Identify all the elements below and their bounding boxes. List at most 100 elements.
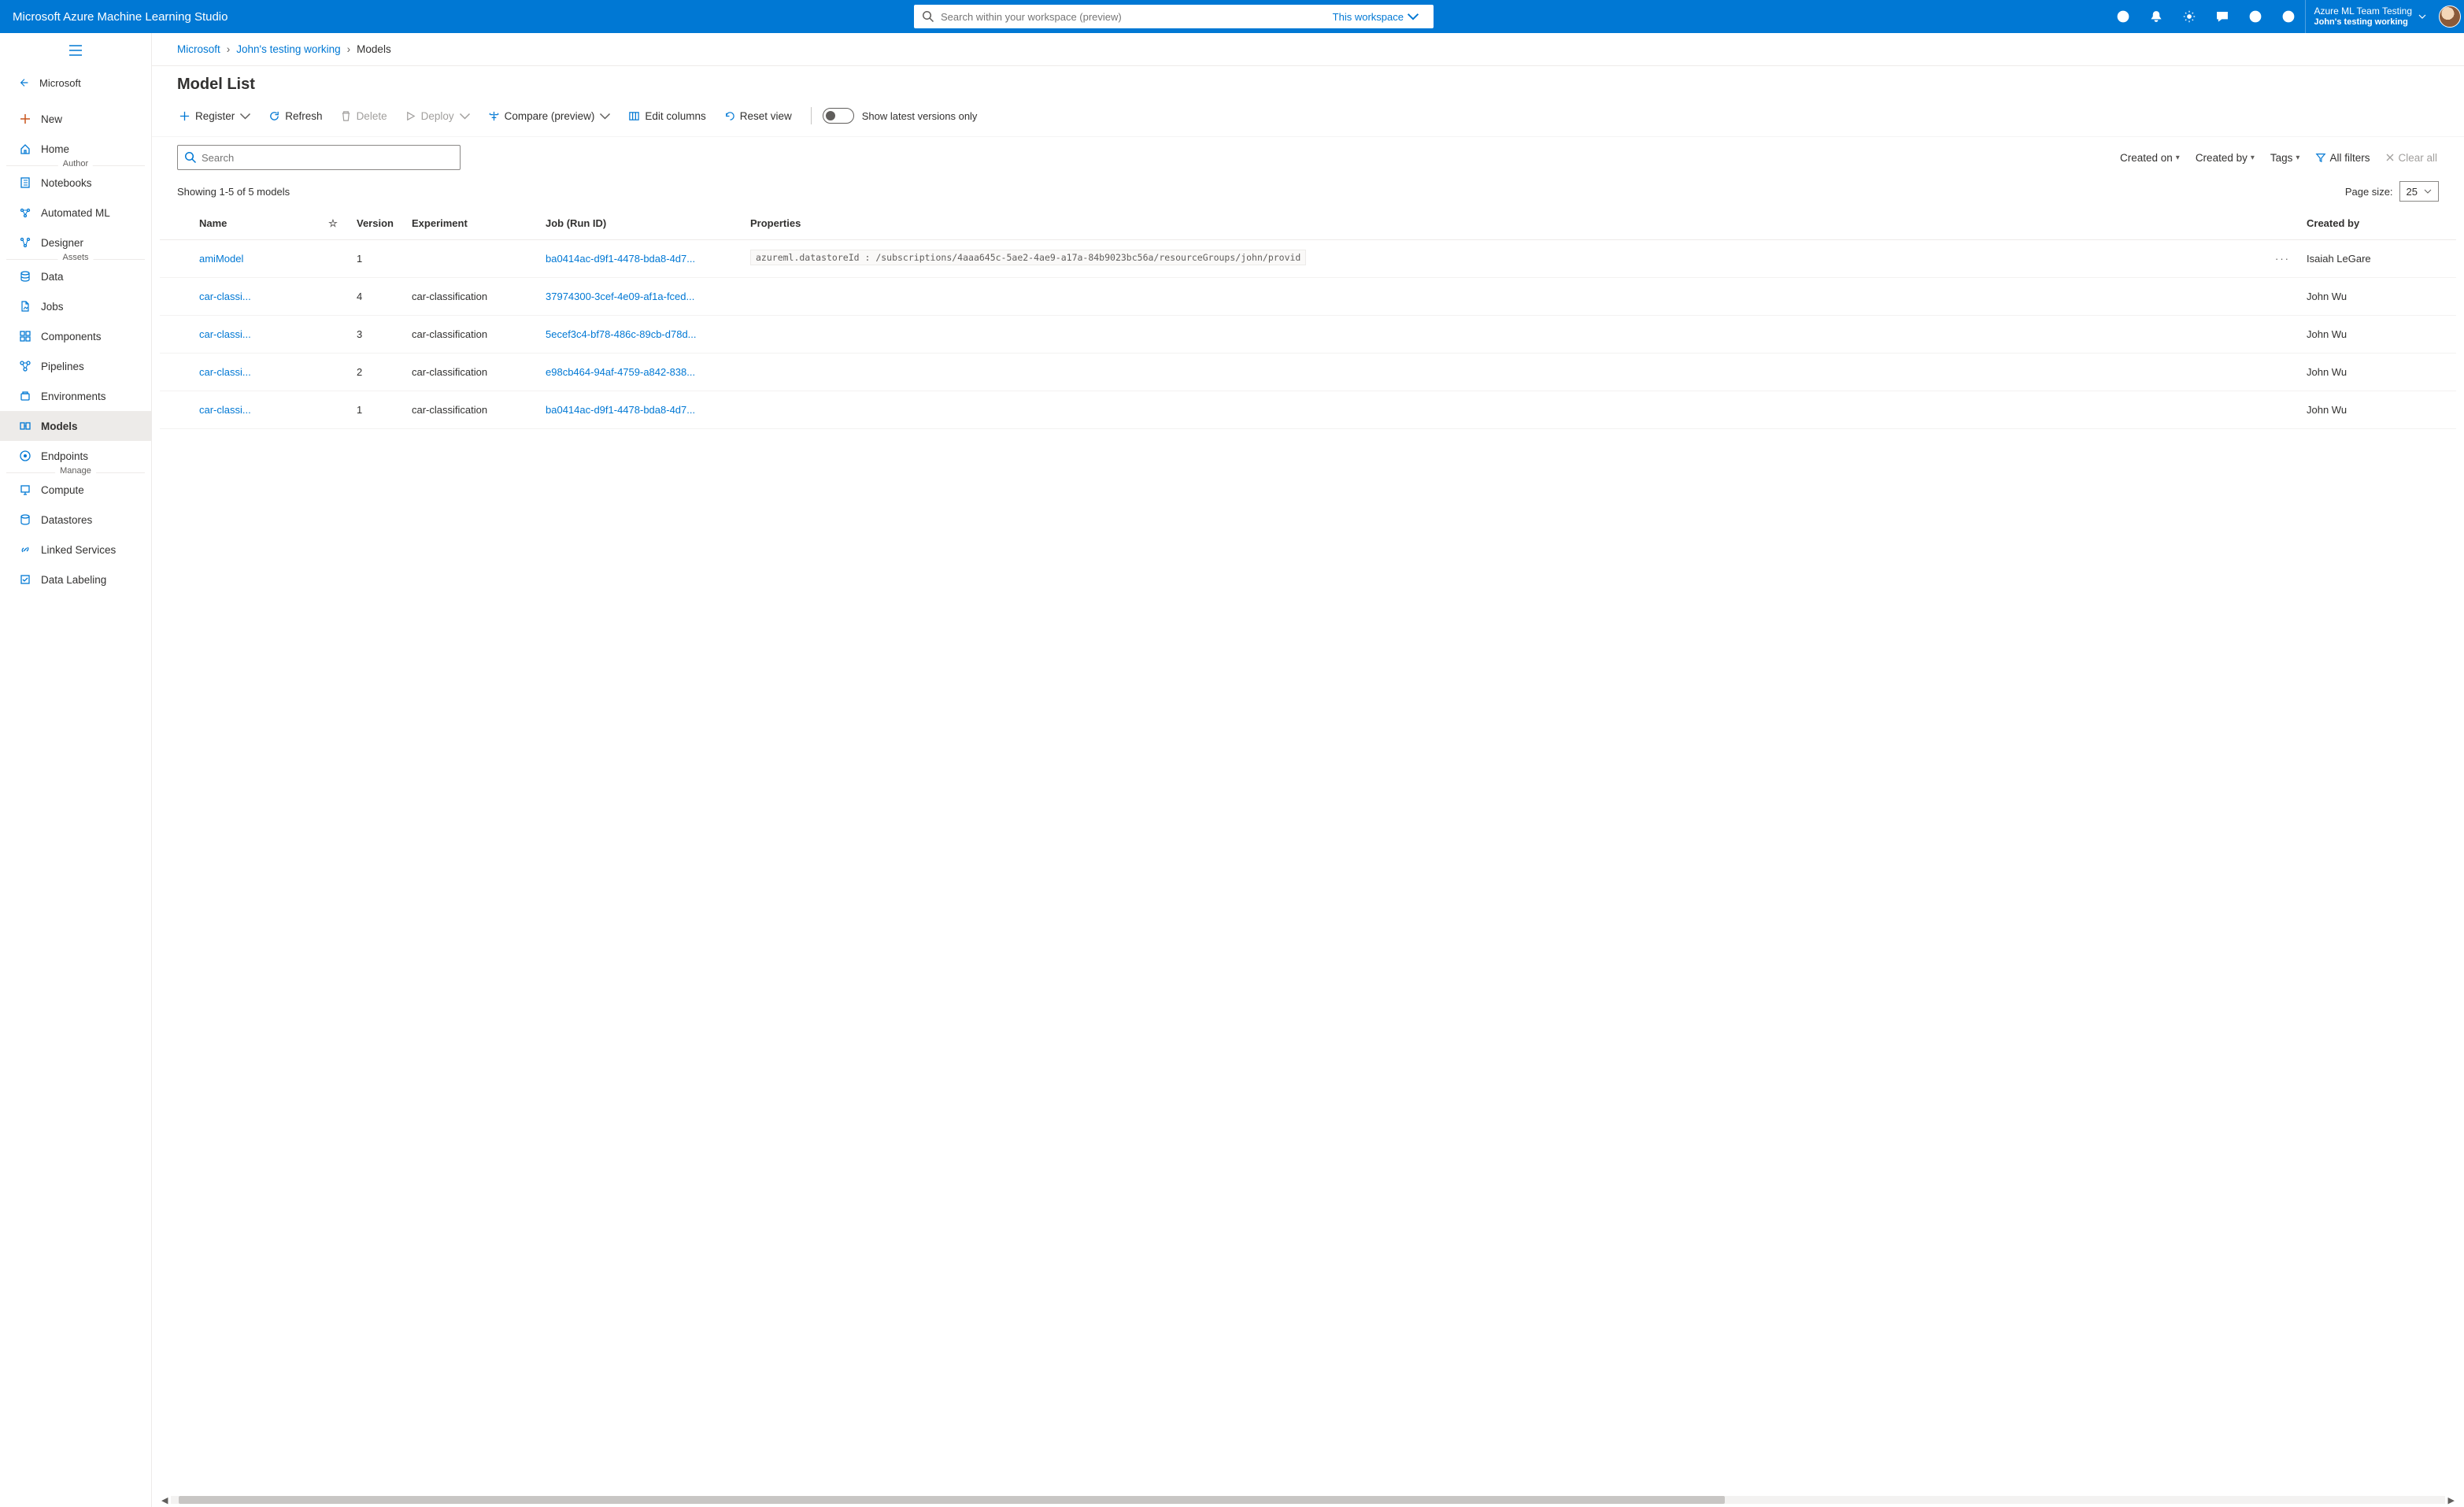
horizontal-scrollbar[interactable]: ◀ ▶ [152,1493,2464,1507]
smile-icon[interactable] [2272,0,2305,33]
table-row[interactable]: car-classi...4car-classification37974300… [160,277,2456,315]
scroll-right-icon[interactable]: ▶ [2448,1495,2455,1505]
sidebar-item-environments[interactable]: Environments [0,381,151,411]
compare-button[interactable]: Compare (preview) [480,103,620,128]
show-latest-label: Show latest versions only [862,110,978,122]
sidebar-item-models[interactable]: Models [0,411,151,441]
page-size-label: Page size: [2345,186,2393,198]
col-name[interactable]: Name [191,208,317,239]
table-row[interactable]: car-classi...3car-classification5ecef3c4… [160,315,2456,353]
show-latest-toggle[interactable] [823,108,854,124]
sidebar-item-notebooks[interactable]: Notebooks [0,168,151,198]
table-search[interactable] [177,145,461,170]
col-favorite[interactable]: ☆ [317,208,349,239]
col-experiment[interactable]: Experiment [404,208,538,239]
toolbar-separator [811,107,812,124]
table-row[interactable]: car-classi...2car-classificatione98cb464… [160,353,2456,391]
job-link[interactable]: ba0414ac-d9f1-4478-bda8-4d7... [546,253,695,265]
model-name-link[interactable]: car-classi... [199,291,251,302]
model-name-link[interactable]: amiModel [199,253,243,265]
linked-icon [19,543,31,556]
refresh-icon [268,110,280,122]
table-row[interactable]: car-classi...1car-classificationba0414ac… [160,391,2456,428]
datastores-icon [19,513,31,526]
col-version[interactable]: Version [349,208,404,239]
register-button[interactable]: Register [171,103,259,128]
environments-icon [19,390,31,402]
user-avatar[interactable] [2439,6,2461,28]
global-search-input[interactable] [941,11,1333,23]
models-icon [19,420,31,432]
col-properties[interactable]: Properties [742,208,2267,239]
chevron-down-icon [2424,187,2432,195]
breadcrumb-workspace[interactable]: John's testing working [236,43,340,55]
sidebar-item-linked-services[interactable]: Linked Services [0,535,151,565]
settings-icon[interactable] [2173,0,2206,33]
model-name-link[interactable]: car-classi... [199,404,251,416]
page-size-select[interactable]: 25 [2399,181,2439,202]
clear-all-button[interactable]: Clear all [2377,146,2445,169]
refresh-button[interactable]: Refresh [261,103,330,128]
recent-icon[interactable] [2107,0,2140,33]
deploy-button[interactable]: Deploy [397,103,479,128]
row-menu-button[interactable]: ··· [2275,253,2290,265]
cell-experiment [404,239,538,277]
sidebar-item-data[interactable]: Data [0,261,151,291]
job-link[interactable]: e98cb464-94af-4759-a842-838... [546,366,695,378]
reset-view-button[interactable]: Reset view [716,103,800,128]
cell-created-by: John Wu [2299,391,2456,428]
feedback-icon[interactable] [2206,0,2239,33]
search-scope-dropdown[interactable]: This workspace [1333,10,1426,23]
table-search-input[interactable] [202,152,453,164]
global-search[interactable]: This workspace [914,5,1434,28]
sidebar-item-components[interactable]: Components [0,321,151,351]
chevron-right-icon: › [347,43,351,55]
sidebar-item-data-labeling[interactable]: Data Labeling [0,565,151,594]
sidebar-item-datastores[interactable]: Datastores [0,505,151,535]
filter-row: Created on▾ Created by▾ Tags▾ All filter… [152,137,2464,176]
model-name-link[interactable]: car-classi... [199,366,251,378]
filter-created-on[interactable]: Created on▾ [2112,146,2188,169]
collapse-sidebar-button[interactable] [63,38,88,63]
col-created-by[interactable]: Created by [2299,208,2456,239]
filter-created-by[interactable]: Created by▾ [2188,146,2262,169]
tenant-switcher[interactable]: Azure ML Team Testing John's testing wor… [2305,0,2434,33]
sidebar-item-pipelines[interactable]: Pipelines [0,351,151,381]
sidebar: Microsoft NewHome Author NotebooksAutoma… [0,33,152,1507]
sidebar-item-compute[interactable]: Compute [0,475,151,505]
delete-button[interactable]: Delete [332,103,395,128]
breadcrumb: Microsoft › John's testing working › Mod… [152,33,2464,66]
breadcrumb-root[interactable]: Microsoft [177,43,220,55]
sidebar-back[interactable]: Microsoft [0,68,151,98]
notifications-icon[interactable] [2140,0,2173,33]
col-job[interactable]: Job (Run ID) [538,208,742,239]
sidebar-item-jobs[interactable]: Jobs [0,291,151,321]
job-link[interactable]: 37974300-3cef-4e09-af1a-fced... [546,291,694,302]
sidebar-item-new[interactable]: New [0,104,151,134]
cell-version: 1 [349,239,404,277]
cell-experiment: car-classification [404,391,538,428]
all-filters-button[interactable]: All filters [2307,146,2377,169]
chevron-down-icon [239,110,251,122]
top-header: Microsoft Azure Machine Learning Studio … [0,0,2464,33]
model-name-link[interactable]: car-classi... [199,328,251,340]
page-title: Model List [152,66,2464,100]
columns-icon [628,110,640,122]
plus-icon [19,113,31,125]
job-link[interactable]: ba0414ac-d9f1-4478-bda8-4d7... [546,404,695,416]
help-icon[interactable] [2239,0,2272,33]
workspace-name: John's testing working [2314,17,2412,28]
automl-icon [19,206,31,219]
section-label-author: Author [58,159,93,168]
job-link[interactable]: 5ecef3c4-bf78-486c-89cb-d78d... [546,328,697,340]
sidebar-item-automated-ml[interactable]: Automated ML [0,198,151,228]
cell-created-by: John Wu [2299,315,2456,353]
compare-icon [488,110,500,122]
scroll-left-icon[interactable]: ◀ [161,1495,168,1505]
table-row[interactable]: amiModel1ba0414ac-d9f1-4478-bda8-4d7...a… [160,239,2456,277]
filter-tags[interactable]: Tags▾ [2262,146,2308,169]
star-icon: ☆ [328,217,338,229]
cell-version: 3 [349,315,404,353]
edit-columns-button[interactable]: Edit columns [620,103,713,128]
cell-properties [742,277,2267,315]
